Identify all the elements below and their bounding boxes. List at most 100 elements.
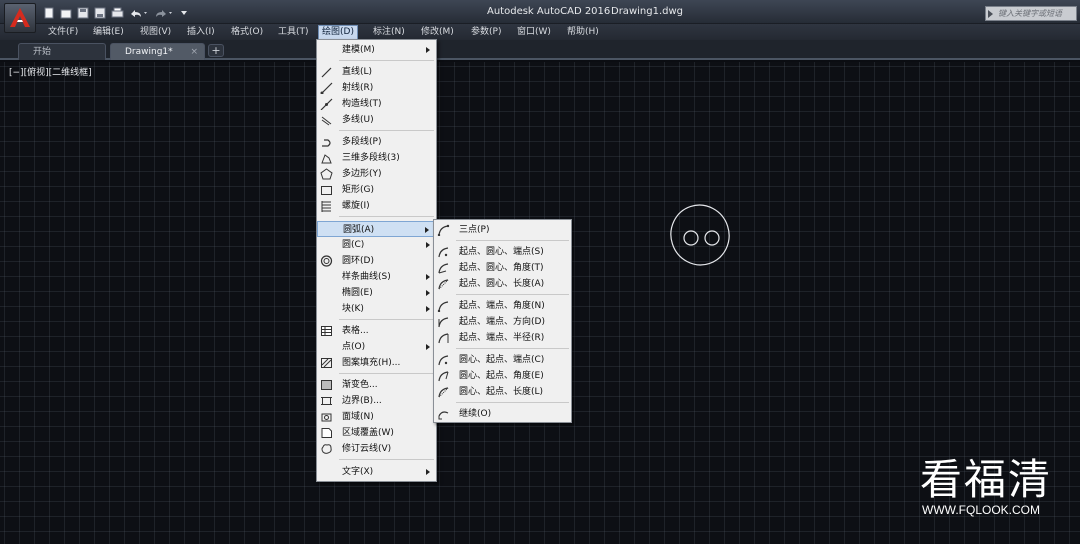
region-icon <box>321 413 332 422</box>
menu-item-rectangle[interactable]: 矩形(G) <box>317 182 436 198</box>
menu-item-xline[interactable]: 构造线(T) <box>317 96 436 112</box>
viewport-controls[interactable]: [−][俯视][二维线框] <box>9 65 92 78</box>
menu-dimension[interactable]: 标注(N) <box>370 26 408 40</box>
menu-draw[interactable]: 绘图(D) <box>318 25 358 40</box>
menu-item-line[interactable]: 直线(L) <box>317 64 436 80</box>
menu-item-polygon[interactable]: 多边形(Y) <box>317 166 436 182</box>
right-circle[interactable] <box>704 230 720 246</box>
print-icon[interactable] <box>110 7 124 20</box>
menu-item-multiline[interactable]: 多线(U) <box>317 112 436 128</box>
save-icon[interactable] <box>76 7 90 20</box>
menu-insert[interactable]: 插入(I) <box>184 26 218 40</box>
menu-separator <box>339 373 434 374</box>
menu-bar: 文件(F) 编辑(E) 视图(V) 插入(I) 格式(O) 工具(T) 绘图(D… <box>0 24 1080 40</box>
close-tab-icon[interactable]: × <box>190 44 198 60</box>
search-placeholder: 键入关键字或短语 <box>998 9 1062 18</box>
menu-separator <box>456 294 569 295</box>
revcloud-icon <box>321 444 332 454</box>
tab-drawing1-label: Drawing1* <box>125 47 173 57</box>
line-icon <box>321 67 332 78</box>
menu-item-boundary[interactable]: 边界(B)... <box>317 393 436 409</box>
menu-item-text[interactable]: 文字(X) <box>317 464 436 480</box>
arc-submenu: 三点(P) 起点、圆心、端点(S) 起点、圆心、角度(T) 起点、圆心、长度(A… <box>433 219 572 423</box>
3d-polyline-icon <box>321 154 332 164</box>
menu-separator <box>339 216 434 217</box>
submenu-arrow-icon <box>426 344 430 350</box>
menu-format[interactable]: 格式(O) <box>228 26 266 40</box>
wipeout-icon <box>321 428 332 438</box>
customize-toolbar-icon[interactable] <box>177 7 191 20</box>
search-input[interactable]: 键入关键字或短语 <box>985 6 1077 21</box>
draw-menu-dropdown: 建模(M) 直线(L) 射线(R) 构造线(T) 多线(U) 多段线(P) 三维… <box>316 39 437 482</box>
menu-item-3d-polyline[interactable]: 三维多段线(3) <box>317 150 436 166</box>
left-circle[interactable] <box>683 230 699 246</box>
submenu-arrow-icon <box>426 274 430 280</box>
menu-item-region[interactable]: 面域(N) <box>317 409 436 425</box>
menu-file[interactable]: 文件(F) <box>45 26 81 40</box>
menu-item-modeling[interactable]: 建模(M) <box>317 42 436 58</box>
arc-start-end-radius[interactable]: 起点、端点、半径(R) <box>434 330 571 346</box>
tab-start[interactable]: 开始 <box>18 43 106 60</box>
outer-ellipse[interactable] <box>664 203 736 269</box>
title-bar: Autodesk AutoCAD 2016 Drawing1.dwg 键入关键字… <box>0 0 1080 33</box>
menu-item-revcloud[interactable]: 修订云线(V) <box>317 441 436 457</box>
save-as-icon[interactable] <box>93 7 107 20</box>
open-file-icon[interactable] <box>59 7 73 20</box>
menu-item-ray[interactable]: 射线(R) <box>317 80 436 96</box>
menu-item-hatch[interactable]: 图案填充(H)... <box>317 355 436 371</box>
quick-access-toolbar <box>42 5 191 21</box>
arc-start-center-angle-icon <box>438 263 449 274</box>
new-tab-button[interactable]: + <box>208 44 224 57</box>
polygon-icon <box>320 168 333 180</box>
menu-item-block[interactable]: 块(K) <box>317 301 436 317</box>
redo-icon[interactable] <box>152 7 174 20</box>
tab-start-label: 开始 <box>33 47 52 57</box>
submenu-arrow-icon <box>426 469 430 475</box>
menu-item-arc[interactable]: 圆弧(A) <box>317 221 436 237</box>
menu-item-spline[interactable]: 样条曲线(S) <box>317 269 436 285</box>
arc-start-center-length-icon <box>438 279 449 290</box>
menu-help[interactable]: 帮助(H) <box>564 26 602 40</box>
menu-item-gradient[interactable]: 渐变色... <box>317 377 436 393</box>
menu-item-circle[interactable]: 圆(C) <box>317 237 436 253</box>
arc-three-points[interactable]: 三点(P) <box>434 222 571 238</box>
menu-modify[interactable]: 修改(M) <box>418 26 457 40</box>
arc-continue[interactable]: 继续(O) <box>434 406 571 422</box>
arc-start-end-angle[interactable]: 起点、端点、角度(N) <box>434 298 571 314</box>
rectangle-icon <box>321 186 332 195</box>
arc-start-center-length[interactable]: 起点、圆心、长度(A) <box>434 276 571 292</box>
watermark-url: WWW.FQLOOK.COM <box>922 503 1040 517</box>
submenu-arrow-icon <box>426 47 430 53</box>
menu-edit[interactable]: 编辑(E) <box>90 26 127 40</box>
drawing-geometry[interactable] <box>664 203 736 269</box>
arc-start-end-radius-icon <box>438 333 449 344</box>
menu-item-wipeout[interactable]: 区域覆盖(W) <box>317 425 436 441</box>
menu-item-table[interactable]: 表格... <box>317 323 436 339</box>
arc-center-start-length-icon <box>438 387 449 398</box>
autocad-logo-icon <box>10 8 30 27</box>
application-menu-button[interactable] <box>4 3 36 33</box>
arc-start-end-direction[interactable]: 起点、端点、方向(D) <box>434 314 571 330</box>
arc-start-center-end-icon <box>438 247 449 258</box>
undo-icon[interactable] <box>127 7 149 20</box>
ray-icon <box>320 82 333 94</box>
tab-drawing1[interactable]: Drawing1* × <box>110 43 205 60</box>
arc-start-center-angle[interactable]: 起点、圆心、角度(T) <box>434 260 571 276</box>
arc-center-start-end[interactable]: 圆心、起点、端点(C) <box>434 352 571 368</box>
new-file-icon[interactable] <box>42 7 56 20</box>
arc-center-start-length[interactable]: 圆心、起点、长度(L) <box>434 384 571 400</box>
arc-start-center-end[interactable]: 起点、圆心、端点(S) <box>434 244 571 260</box>
donut-icon <box>320 255 333 267</box>
polyline-icon <box>322 139 331 147</box>
menu-item-polyline[interactable]: 多段线(P) <box>317 134 436 150</box>
arc-center-start-angle[interactable]: 圆心、起点、角度(E) <box>434 368 571 384</box>
menu-item-point[interactable]: 点(O) <box>317 339 436 355</box>
submenu-arrow-icon <box>425 227 429 233</box>
menu-window[interactable]: 窗口(W) <box>514 26 554 40</box>
menu-item-helix[interactable]: 螺旋(I) <box>317 198 436 214</box>
menu-parametric[interactable]: 参数(P) <box>468 26 504 40</box>
menu-view[interactable]: 视图(V) <box>137 26 174 40</box>
menu-tools[interactable]: 工具(T) <box>275 26 312 40</box>
menu-item-ellipse[interactable]: 椭圆(E) <box>317 285 436 301</box>
menu-item-donut[interactable]: 圆环(D) <box>317 253 436 269</box>
